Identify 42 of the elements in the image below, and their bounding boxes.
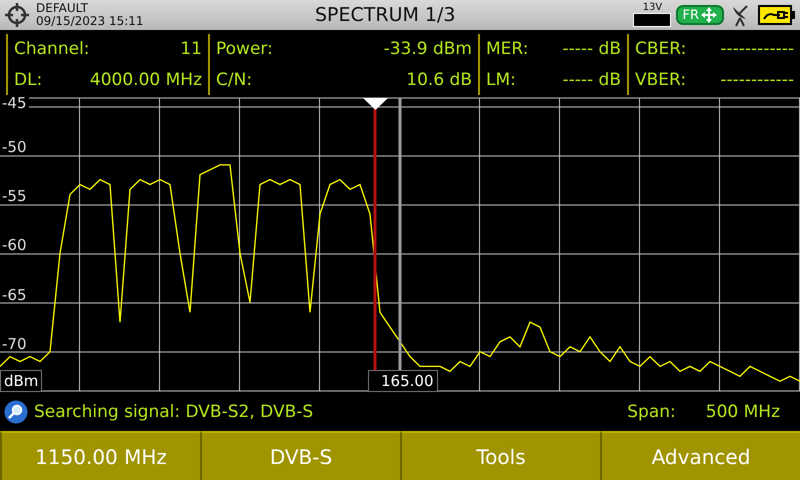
crosshair-icon — [4, 2, 30, 28]
measurement-label: LM: — [486, 70, 516, 90]
measurement-label: Power: — [216, 39, 274, 60]
axis-label: -65 — [1, 286, 28, 302]
span-value: 500 MHz — [706, 402, 780, 422]
measurement-label: DL: — [14, 70, 42, 90]
softkey-button[interactable]: DVB-S — [200, 431, 400, 480]
softkey-button[interactable]: Advanced — [600, 431, 800, 480]
measurement-value: 10.6 dB — [406, 70, 472, 90]
marker-triangle-icon[interactable] — [363, 98, 388, 110]
measurement-label: MER: — [486, 39, 528, 60]
measurement-value: ------------ — [720, 70, 794, 90]
unit-label: dBm — [0, 370, 42, 392]
measurement-label: VBER: — [635, 70, 686, 90]
axis-label: -45 — [0, 95, 28, 111]
measurement-value: ----- dB — [562, 39, 621, 60]
screen-title: SPECTRUM 1/3 — [314, 4, 456, 26]
axis-label: -70 — [1, 336, 28, 352]
axis-label: -50 — [1, 139, 28, 156]
measurement-label: C/N: — [216, 70, 254, 90]
voltage-label: 13V — [642, 3, 662, 13]
axis-label: -55 — [1, 188, 28, 204]
marker-readout: 165.00 — [368, 370, 438, 392]
measurement-value: -33.9 dBm — [384, 39, 472, 60]
voltage-indicator — [633, 13, 672, 27]
search-icon — [4, 400, 28, 424]
profile-name: DEFAULT — [36, 2, 89, 15]
measurement-value: 11 — [180, 39, 202, 60]
span-label: Span: — [627, 402, 676, 422]
axis-label: -60 — [1, 237, 28, 254]
softkey-button[interactable]: 1150.00 MHz — [0, 431, 200, 480]
measurement-label: Channel: — [14, 39, 90, 60]
softkey-button[interactable]: Tools — [400, 431, 600, 480]
measurement-value: ------------ — [720, 39, 794, 60]
arrows-icon — [700, 6, 718, 24]
measurement-label: CBER: — [635, 39, 686, 60]
power-plug-icon — [758, 4, 796, 26]
measurement-value: 4000.00 MHz — [90, 70, 202, 90]
measurement-value: ----- dB — [562, 70, 621, 90]
status-message: Searching signal: DVB-S2, DVB-S — [34, 402, 314, 422]
remote-badge: FR — [676, 5, 724, 25]
date-time: 09/15/2023 15:11 — [36, 15, 145, 28]
